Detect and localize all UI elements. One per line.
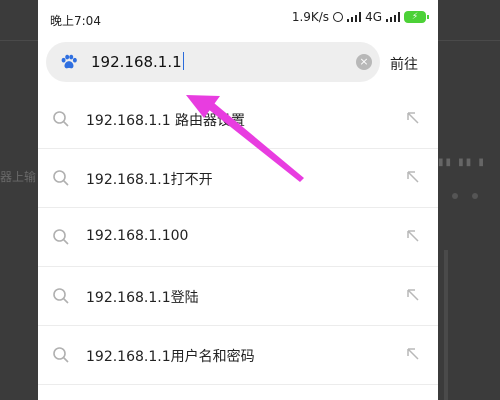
text-caret <box>182 52 184 70</box>
network-speed: 1.9K/s <box>291 10 330 24</box>
network-type: 4G <box>365 10 382 24</box>
suggestion-label: 192.168.1.1 路由器设置 <box>86 113 246 129</box>
background-text-fragment: 器上输 <box>0 170 37 184</box>
suggestion-label: 192.168.1.1用户名和密码 <box>86 349 255 365</box>
suggestion-label: 192.168.1.100 <box>86 228 189 244</box>
suggestion-label: 192.168.1.1打不开 <box>86 172 213 188</box>
background-bar <box>444 250 448 400</box>
status-right: 1.9K/s 4G ⚡ <box>291 10 429 24</box>
status-time: 晚上7:04 <box>50 14 101 28</box>
suggestion-item[interactable]: 192.168.1.1 路由器设置 <box>38 90 438 149</box>
signal-icon <box>347 12 362 22</box>
search-icon <box>53 111 69 127</box>
arrow-up-left-icon[interactable] <box>404 345 422 363</box>
clear-icon[interactable]: × <box>356 54 372 70</box>
suggestion-list: 192.168.1.1 路由器设置 192.168.1.1打不开 192.168… <box>38 90 438 385</box>
signal-icon-2 <box>386 12 400 22</box>
go-button[interactable]: 前往 <box>390 54 418 74</box>
baidu-paw-icon <box>61 54 77 69</box>
arrow-up-left-icon[interactable] <box>404 109 422 127</box>
arrow-up-left-icon[interactable] <box>404 227 422 245</box>
suggestion-item[interactable]: 192.168.1.1打不开 <box>38 149 438 208</box>
suggestion-label: 192.168.1.1登陆 <box>86 290 199 306</box>
search-query: 192.168.1.1 <box>91 52 184 71</box>
suggestion-item[interactable]: 192.168.1.1登陆 <box>38 267 438 326</box>
search-icon <box>53 170 69 186</box>
search-icon <box>53 229 69 245</box>
search-row: 192.168.1.1 × 前往 <box>38 42 438 82</box>
background-status-fragment: ▮▮ ▮▮ ▮ <box>438 157 486 168</box>
battery-icon: ⚡ <box>404 11 429 23</box>
search-icon <box>53 288 69 304</box>
arrow-up-left-icon[interactable] <box>404 168 422 186</box>
suggestion-item[interactable]: 192.168.1.100 <box>38 208 438 267</box>
phone-screen: 晚上7:04 1.9K/s 4G ⚡ 192.168.1.1 × 前往 192.… <box>38 0 438 400</box>
status-bar: 晚上7:04 1.9K/s 4G ⚡ <box>38 0 438 34</box>
search-input[interactable]: 192.168.1.1 × <box>46 42 380 82</box>
search-icon <box>53 347 69 363</box>
suggestion-item[interactable]: 192.168.1.1用户名和密码 <box>38 326 438 385</box>
alarm-icon <box>333 12 344 22</box>
arrow-up-left-icon[interactable] <box>404 286 422 304</box>
background-dots <box>452 184 500 199</box>
